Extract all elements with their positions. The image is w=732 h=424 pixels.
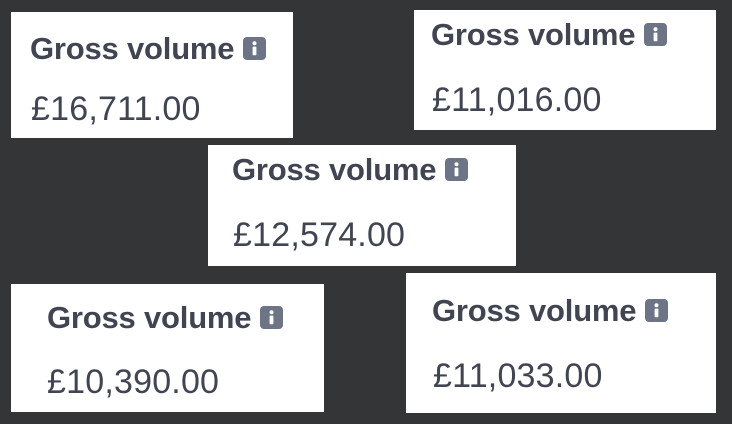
gross-volume-card: Gross volume £12,574.00 bbox=[208, 145, 516, 266]
gross-volume-card: Gross volume £11,016.00 bbox=[414, 10, 716, 130]
gross-volume-value: £16,711.00 bbox=[31, 90, 201, 128]
gross-volume-card: Gross volume £11,033.00 bbox=[406, 273, 716, 413]
gross-volume-value: £12,574.00 bbox=[233, 216, 406, 254]
card-header: Gross volume bbox=[431, 17, 668, 52]
gross-volume-label: Gross volume bbox=[431, 17, 636, 52]
gross-volume-label: Gross volume bbox=[232, 152, 437, 187]
gross-volume-card: Gross volume £16,711.00 bbox=[11, 12, 293, 138]
gross-volume-value: £11,033.00 bbox=[433, 357, 603, 395]
info-icon[interactable] bbox=[644, 23, 668, 46]
info-icon[interactable] bbox=[260, 306, 284, 329]
info-icon[interactable] bbox=[445, 158, 469, 181]
gross-volume-value: £11,016.00 bbox=[432, 81, 602, 119]
gross-volume-value: £10,390.00 bbox=[47, 363, 220, 401]
gross-volume-label: Gross volume bbox=[30, 31, 235, 66]
gross-volume-label: Gross volume bbox=[432, 293, 637, 328]
card-header: Gross volume bbox=[47, 300, 284, 335]
info-icon[interactable] bbox=[243, 37, 267, 60]
gross-volume-label: Gross volume bbox=[47, 300, 252, 335]
card-header: Gross volume bbox=[232, 152, 469, 187]
card-header: Gross volume bbox=[30, 31, 267, 66]
card-header: Gross volume bbox=[432, 293, 669, 328]
info-icon[interactable] bbox=[645, 299, 669, 322]
gross-volume-card: Gross volume £10,390.00 bbox=[11, 284, 324, 412]
